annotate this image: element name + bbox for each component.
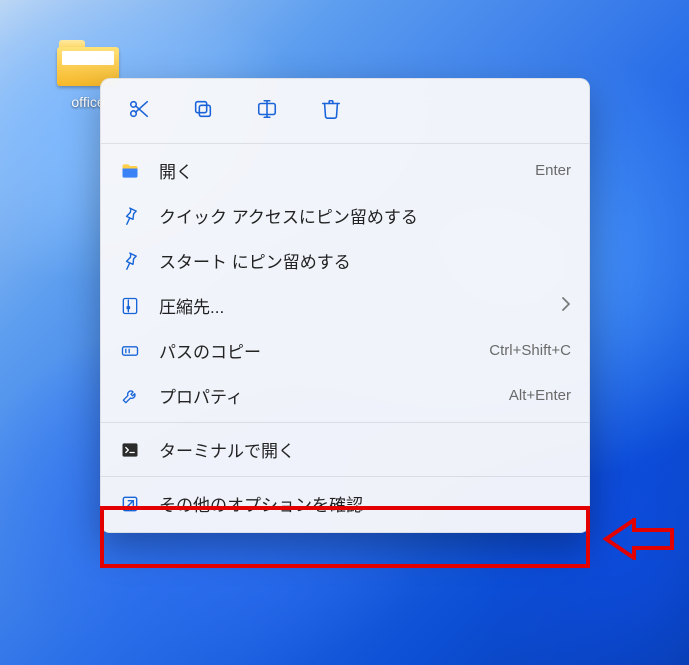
menu-item-show-more-options[interactable]: その他のオプションを確認 [101,481,589,526]
menu-item-label: スタート にピン留めする [159,248,571,273]
menu-item-pin-start[interactable]: スタート にピン留めする [101,238,589,283]
menu-item-shortcut: Enter [535,162,571,179]
menu-separator [101,422,589,423]
context-menu-top-row [101,79,589,139]
menu-item-label: ターミナルで開く [159,437,571,462]
menu-item-open[interactable]: 開く Enter [101,148,589,193]
menu-item-open-terminal[interactable]: ターミナルで開く [101,427,589,472]
menu-item-label: 開く [159,158,517,183]
copy-path-icon [119,340,141,362]
menu-item-label: パスのコピー [159,338,471,363]
annotation-arrow-icon [602,518,674,565]
menu-separator [101,143,589,144]
menu-item-shortcut: Ctrl+Shift+C [489,342,571,359]
copy-icon [192,98,214,125]
more-options-icon [119,493,141,515]
menu-item-label: 圧縮先... [159,293,543,318]
copy-button[interactable] [185,93,221,129]
pin-icon [119,250,141,272]
menu-item-label: クイック アクセスにピン留めする [159,203,571,228]
menu-item-shortcut: Alt+Enter [509,387,571,404]
scissors-icon [128,98,150,125]
folder-open-icon [119,160,141,182]
menu-item-label: プロパティ [159,383,491,408]
rename-icon [256,98,278,125]
menu-item-pin-quick-access[interactable]: クイック アクセスにピン留めする [101,193,589,238]
zip-icon [119,295,141,317]
pin-icon [119,205,141,227]
menu-item-compress[interactable]: 圧縮先... [101,283,589,328]
rename-button[interactable] [249,93,285,129]
context-menu: 開く Enter クイック アクセスにピン留めする スタート にピン留めする 圧… [100,78,590,533]
terminal-icon [119,439,141,461]
trash-icon [320,98,342,125]
menu-item-properties[interactable]: プロパティ Alt+Enter [101,373,589,418]
chevron-right-icon [561,297,571,314]
wrench-icon [119,385,141,407]
delete-button[interactable] [313,93,349,129]
menu-item-label: その他のオプションを確認 [159,491,571,516]
cut-button[interactable] [121,93,157,129]
menu-separator [101,476,589,477]
menu-item-copy-path[interactable]: パスのコピー Ctrl+Shift+C [101,328,589,373]
